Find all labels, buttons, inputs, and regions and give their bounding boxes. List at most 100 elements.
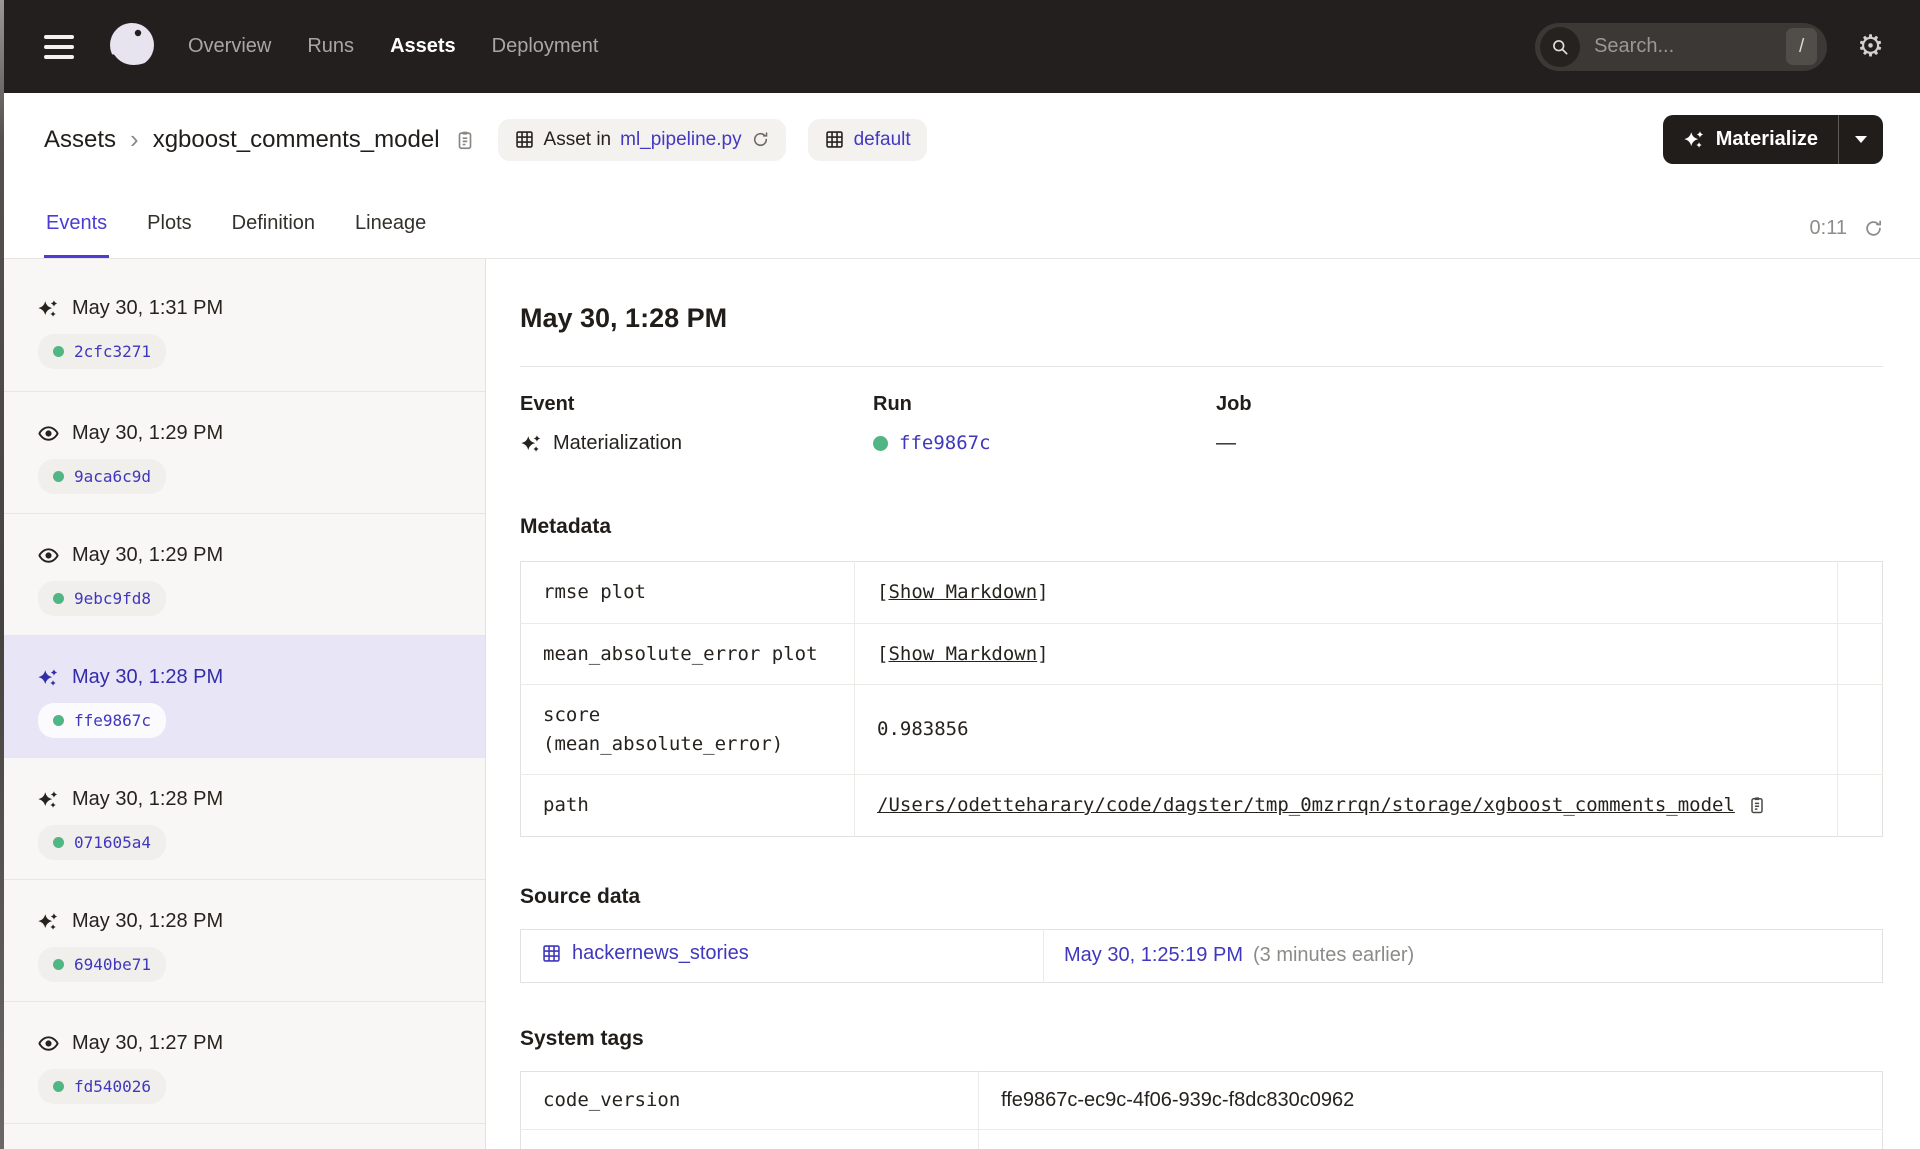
run-id-badge[interactable]: 9aca6c9d [38, 459, 167, 494]
event-timestamp: May 30, 1:28 PM [72, 666, 224, 688]
run-status-dot [53, 837, 64, 848]
source-data-section-title: Source data [520, 884, 641, 908]
run-id-link[interactable]: 071605a4 [74, 833, 151, 852]
table-spacer-cell [1837, 684, 1883, 775]
settings-gear-icon[interactable]: ⚙ [1857, 31, 1884, 62]
event-timestamp: May 30, 1:28 PM [72, 910, 224, 932]
show-markdown-link[interactable]: Show Markdown [888, 581, 1037, 603]
run-status-dot [53, 715, 64, 726]
tab-events[interactable]: Events [44, 212, 110, 258]
event-summary: Event Materialization Run ffe9867c Job — [520, 393, 1883, 455]
asset-group-icon [824, 129, 845, 150]
event-detail-title: May 30, 1:28 PM [520, 303, 728, 333]
materialization-icon [520, 433, 542, 455]
run-id-badge[interactable]: 6940be71 [38, 947, 167, 982]
table-spacer-cell [1837, 622, 1883, 685]
source-materialization-time-link[interactable]: May 30, 1:25:19 PM [1064, 944, 1243, 966]
table-row: hackernews_stories May 30, 1:25:19 PM (3 … [520, 929, 1883, 982]
materialize-sparkle-icon [1683, 129, 1705, 151]
asset-definition-pill: Asset in ml_pipeline.py [497, 118, 786, 161]
materialize-split-button: Materialize [1662, 115, 1883, 164]
run-id-badge[interactable]: ffe9867c [38, 703, 167, 738]
table-row: score (mean_absolute_error) 0.983856 [520, 684, 1883, 775]
tab-lineage[interactable]: Lineage [353, 212, 428, 258]
materialization-icon [36, 298, 60, 320]
breadcrumb-assets-link[interactable]: Assets [44, 126, 116, 154]
system-tags-table: code_version ffe9867c-ec9c-4f06-939c-f8d… [520, 1070, 1883, 1149]
metadata-key: mean_absolute_error plot [520, 622, 855, 685]
asset-group-pill[interactable]: default [807, 118, 927, 161]
asset-table-icon [541, 943, 562, 964]
materialization-icon [36, 911, 60, 933]
primary-nav: Overview Runs Assets Deployment [188, 35, 598, 58]
materialize-button[interactable]: Materialize [1663, 115, 1838, 164]
table-row: rmse plot [Show Markdown] [520, 561, 1883, 623]
chevron-down-icon [1855, 136, 1867, 143]
run-id-link[interactable]: 2cfc3271 [74, 342, 151, 361]
nav-item-runs[interactable]: Runs [307, 35, 354, 58]
metadata-table: rmse plot [Show Markdown] mean_absolute_… [520, 561, 1883, 837]
event-list-item[interactable]: May 30, 1:28 PM 071605a4 [0, 758, 485, 880]
nav-item-assets[interactable]: Assets [390, 35, 456, 58]
top-nav: Overview Runs Assets Deployment / ⚙ [0, 0, 1920, 93]
table-row: code_version ffe9867c-ec9c-4f06-939c-f8d… [520, 1071, 1883, 1129]
refresh-icon[interactable] [1863, 218, 1884, 239]
job-label: Job [1216, 393, 1252, 415]
source-asset-link[interactable]: hackernews_stories [541, 942, 749, 965]
run-id-link[interactable]: 9ebc9fd8 [74, 589, 151, 608]
event-timestamp: May 30, 1:28 PM [72, 788, 224, 810]
pipeline-file-link[interactable]: ml_pipeline.py [620, 129, 741, 151]
run-status-dot [53, 346, 64, 357]
run-id-badge[interactable]: 9ebc9fd8 [38, 581, 167, 616]
metadata-value: /Users/odetteharary/code/dagster/tmp_0mz… [854, 774, 1838, 836]
copy-asset-name-icon[interactable] [454, 129, 476, 151]
metadata-key: path [520, 774, 855, 836]
tab-definition[interactable]: Definition [230, 212, 317, 258]
observation-eye-icon [36, 1032, 60, 1055]
run-id-link[interactable]: ffe9867c [899, 432, 991, 454]
dagster-logo-icon[interactable] [104, 19, 160, 75]
hamburger-menu-icon[interactable] [44, 34, 74, 59]
run-id-link[interactable]: ffe9867c [74, 711, 151, 730]
nav-item-deployment[interactable]: Deployment [492, 35, 599, 58]
search-input[interactable] [1580, 35, 1787, 58]
show-markdown-link[interactable]: Show Markdown [888, 643, 1037, 665]
event-list-item-selected[interactable]: May 30, 1:28 PM ffe9867c [0, 636, 485, 758]
run-id-badge[interactable]: fd540026 [38, 1069, 167, 1104]
breadcrumb-separator: › [130, 124, 139, 154]
window-edge [0, 0, 4, 1149]
run-id-link[interactable]: 9aca6c9d [74, 467, 151, 486]
materialization-icon [36, 667, 60, 689]
tab-plots[interactable]: Plots [145, 212, 193, 258]
run-id-badge[interactable]: 2cfc3271 [38, 334, 167, 369]
materialization-icon [36, 789, 60, 811]
materialize-button-label: Materialize [1715, 128, 1818, 150]
reload-definition-icon[interactable] [751, 130, 770, 149]
event-list-item[interactable]: May 30, 1:29 PM 9ebc9fd8 [0, 514, 485, 636]
storage-path-link[interactable]: /Users/odetteharary/code/dagster/tmp_0mz… [877, 791, 1735, 820]
asset-group-link[interactable]: default [854, 129, 911, 151]
run-status-dot [873, 435, 888, 451]
run-id-link[interactable]: 6940be71 [74, 955, 151, 974]
metadata-value: [Show Markdown] [877, 581, 1049, 603]
materialize-dropdown-button[interactable] [1839, 115, 1883, 164]
copy-path-icon[interactable] [1747, 795, 1767, 815]
run-status-dot [53, 959, 64, 970]
table-row-clipped [520, 1128, 1883, 1149]
metadata-key: score (mean_absolute_error) [520, 684, 855, 775]
nav-item-overview[interactable]: Overview [188, 35, 271, 58]
event-label: Event [520, 393, 575, 415]
event-timestamp: May 30, 1:27 PM [72, 1032, 224, 1054]
table-row: mean_absolute_error plot [Show Markdown] [520, 622, 1883, 685]
event-list-item[interactable]: May 30, 1:31 PM 2cfc3271 [0, 259, 485, 392]
event-type-value: Materialization [553, 432, 682, 454]
run-id-link[interactable]: fd540026 [74, 1077, 151, 1096]
asset-in-label: Asset in [543, 128, 612, 150]
event-list-item[interactable]: May 30, 1:28 PM 6940be71 [0, 880, 485, 1002]
event-list-item[interactable]: May 30, 1:29 PM 9aca6c9d [0, 392, 485, 514]
divider [520, 366, 1883, 367]
event-list-item[interactable]: May 30, 1:27 PM fd540026 [0, 1002, 485, 1124]
event-detail-panel: May 30, 1:28 PM Event Materialization Ru… [486, 259, 1920, 1149]
search-bar[interactable]: / [1535, 22, 1828, 71]
run-id-badge[interactable]: 071605a4 [38, 825, 167, 860]
